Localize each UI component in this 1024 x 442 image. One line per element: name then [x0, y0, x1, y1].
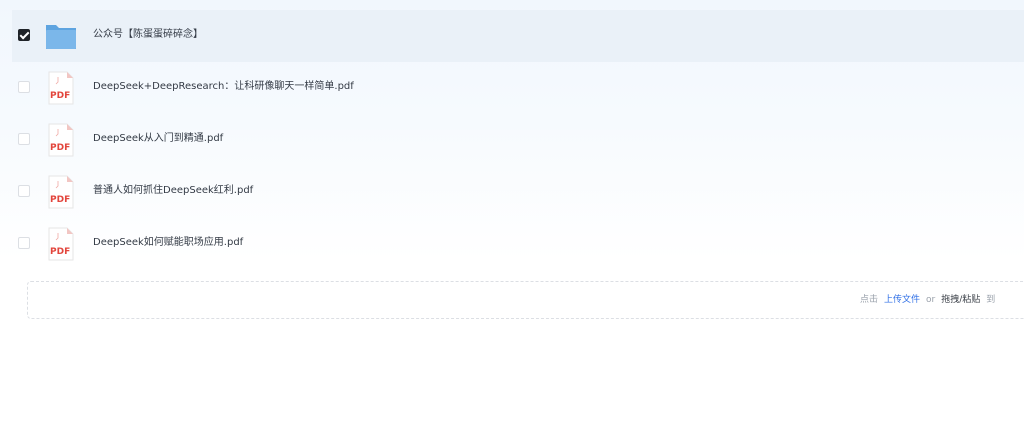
file-name[interactable]: DeepSeek+DeepResearch：让科研像聊天一样简单.pdf [93, 80, 354, 94]
file-row-folder[interactable]: 公众号【陈蛋蛋碎碎念】 [12, 10, 1024, 62]
file-manager-page: 公众号【陈蛋蛋碎碎念】 PDF DeepSeek+DeepResearch：让科… [0, 0, 1024, 442]
pdf-file-icon: PDF [45, 175, 77, 209]
row-checkbox[interactable] [18, 29, 30, 41]
file-row-pdf[interactable]: PDF DeepSeek+DeepResearch：让科研像聊天一样简单.pdf [12, 62, 1024, 114]
file-name[interactable]: DeepSeek从入门到精通.pdf [93, 132, 223, 146]
file-name[interactable]: 普通人如何抓住DeepSeek红利.pdf [93, 184, 253, 198]
folder-icon [45, 19, 77, 53]
upload-hint: 点击 上传文件 or 拖拽/粘贴到 [860, 294, 995, 306]
upload-prefix: 点击 [860, 295, 879, 305]
file-row-pdf[interactable]: PDF DeepSeek如何赋能职场应用.pdf [12, 218, 1024, 270]
pdf-label: PDF [50, 91, 70, 101]
pdf-label: PDF [50, 247, 70, 257]
pdf-label: PDF [50, 143, 70, 153]
upload-drag-paste: 拖拽/粘贴 [941, 295, 981, 305]
file-row-pdf[interactable]: PDF DeepSeek从入门到精通.pdf [12, 114, 1024, 166]
pdf-label: PDF [50, 195, 70, 205]
row-checkbox[interactable] [18, 81, 30, 93]
pdf-file-icon: PDF [45, 71, 77, 105]
pdf-file-icon: PDF [45, 227, 77, 261]
upload-or: or [926, 295, 936, 305]
upload-dropzone[interactable]: 点击 上传文件 or 拖拽/粘贴到 [27, 281, 1024, 319]
file-row-pdf[interactable]: PDF 普通人如何抓住DeepSeek红利.pdf [12, 166, 1024, 218]
pdf-file-icon: PDF [45, 123, 77, 157]
file-name[interactable]: DeepSeek如何赋能职场应用.pdf [93, 236, 243, 250]
row-checkbox[interactable] [18, 185, 30, 197]
upload-file-link[interactable]: 上传文件 [884, 295, 920, 305]
row-checkbox[interactable] [18, 237, 30, 249]
upload-suffix: 到 [986, 295, 996, 305]
file-list: 公众号【陈蛋蛋碎碎念】 PDF DeepSeek+DeepResearch：让科… [0, 10, 1024, 270]
row-checkbox[interactable] [18, 133, 30, 145]
file-name[interactable]: 公众号【陈蛋蛋碎碎念】 [93, 28, 203, 42]
